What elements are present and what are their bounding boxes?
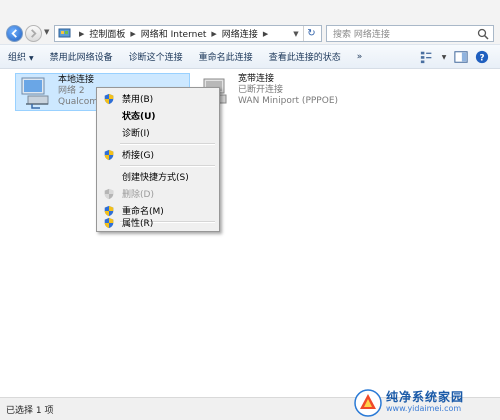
breadcrumb-separator[interactable]: ▶ <box>130 30 135 38</box>
connections-list: 本地连接 网络 2 Qualcomm 宽带连接 已断开连接 WAN Minipo… <box>0 69 500 397</box>
command-bar: 组织 ▼ 禁用此网络设备 诊断这个连接 重命名此连接 查看此连接的状态 » ▼ ? <box>0 44 500 69</box>
breadcrumb-control-panel[interactable]: 控制面板 <box>89 27 125 40</box>
breadcrumb-separator[interactable]: ▶ <box>263 30 268 38</box>
organize-label: 组织 <box>8 53 27 63</box>
menu-item-diagnose[interactable]: 诊断(I) <box>99 124 217 141</box>
recent-pages-chevron-icon[interactable]: ▼ <box>44 28 52 38</box>
svg-text:?: ? <box>479 54 484 64</box>
menu-item-label: 属性(R) <box>122 219 154 229</box>
search-input[interactable]: 搜索 网络连接 <box>326 25 494 42</box>
shield-icon <box>102 148 116 162</box>
refresh-button[interactable]: ↻ <box>303 26 319 41</box>
breadcrumb-separator: ▶ <box>79 29 85 38</box>
menu-item-label: 删除(D) <box>122 190 154 200</box>
more-commands-button[interactable]: » <box>349 52 371 62</box>
address-bar[interactable]: ▶ 控制面板 ▶ 网络和 Internet ▶ 网络连接 ▶ ▼ ↻ <box>54 25 322 42</box>
connection-text: 宽带连接 已断开连接 WAN Miniport (PPPOE) <box>238 74 338 111</box>
view-status-button[interactable]: 查看此连接的状态 <box>261 50 349 63</box>
connection-device: WAN Miniport (PPPOE) <box>238 96 339 106</box>
forward-button[interactable] <box>25 25 42 42</box>
address-dropdown-icon[interactable]: ▼ <box>290 26 302 41</box>
menu-item-label: 禁用(B) <box>122 95 154 105</box>
menu-item-delete: 删除(D) <box>99 185 217 202</box>
menu-item-bridge[interactable]: 桥接(G) <box>99 146 217 163</box>
menu-item-label: 状态(U) <box>122 112 156 122</box>
control-panel-icon <box>58 28 71 38</box>
chevron-down-icon: ▼ <box>29 55 34 62</box>
menu-item-label: 诊断(I) <box>122 129 150 139</box>
arrow-left-icon <box>11 29 17 38</box>
address-row: ▼ ▶ 控制面板 ▶ 网络和 Internet ▶ 网络连接 ▶ ▼ ↻ 搜索 … <box>0 0 500 44</box>
watermark-url: www.yidaimei.com <box>386 403 462 413</box>
diagnose-button[interactable]: 诊断这个连接 <box>121 50 191 63</box>
preview-pane-icon[interactable] <box>453 49 469 65</box>
connection-name: 本地连接 <box>58 75 95 85</box>
search-icon[interactable] <box>477 28 489 40</box>
organize-menu[interactable]: 组织 ▼ <box>0 50 42 63</box>
arrow-right-icon <box>31 29 37 38</box>
watermark-title: 纯净系统家园 <box>386 389 465 404</box>
breadcrumb-network-internet[interactable]: 网络和 Internet <box>141 27 207 40</box>
context-menu: 禁用(B) 状态(U) 诊断(I) 桥接(G) 创建快捷方式(S) 删除(D) … <box>96 87 220 232</box>
connection-item-broadband[interactable]: 宽带连接 已断开连接 WAN Miniport (PPPOE) <box>196 73 376 111</box>
menu-item-label: 创建快捷方式(S) <box>122 173 189 183</box>
menu-separator <box>120 143 215 145</box>
watermark: 纯净系统家园 www.yidaimei.com <box>354 385 500 420</box>
menu-item-properties[interactable]: 属性(R) <box>99 214 217 231</box>
watermark-text: 纯净系统家园 www.yidaimei.com <box>386 389 465 414</box>
connection-status: 已断开连接 <box>238 85 284 95</box>
disable-device-button[interactable]: 禁用此网络设备 <box>42 50 121 63</box>
selection-count: 已选择 1 项 <box>6 405 54 416</box>
menu-item-disable[interactable]: 禁用(B) <box>99 90 217 107</box>
help-icon[interactable]: ? <box>474 49 490 65</box>
explorer-window: ▼ ▶ 控制面板 ▶ 网络和 Internet ▶ 网络连接 ▶ ▼ ↻ 搜索 … <box>0 0 500 420</box>
network-adapter-icon <box>21 77 49 109</box>
breadcrumb-network-connections[interactable]: 网络连接 <box>222 27 258 40</box>
search-placeholder: 搜索 网络连接 <box>333 30 390 40</box>
menu-item-label: 桥接(G) <box>122 151 154 161</box>
view-dropdown-icon[interactable]: ▼ <box>440 49 448 65</box>
breadcrumb-separator[interactable]: ▶ <box>211 30 216 38</box>
back-button[interactable] <box>6 25 23 42</box>
shield-icon <box>102 92 116 106</box>
rename-button[interactable]: 重命名此连接 <box>191 50 261 63</box>
shield-icon <box>102 187 116 201</box>
menu-separator <box>120 165 215 167</box>
watermark-logo-icon <box>354 388 382 417</box>
view-options-icon[interactable] <box>419 49 435 65</box>
shield-icon <box>102 216 116 230</box>
menu-item-status[interactable]: 状态(U) <box>99 107 217 124</box>
menu-item-create-shortcut[interactable]: 创建快捷方式(S) <box>99 168 217 185</box>
connection-name: 宽带连接 <box>238 74 275 84</box>
